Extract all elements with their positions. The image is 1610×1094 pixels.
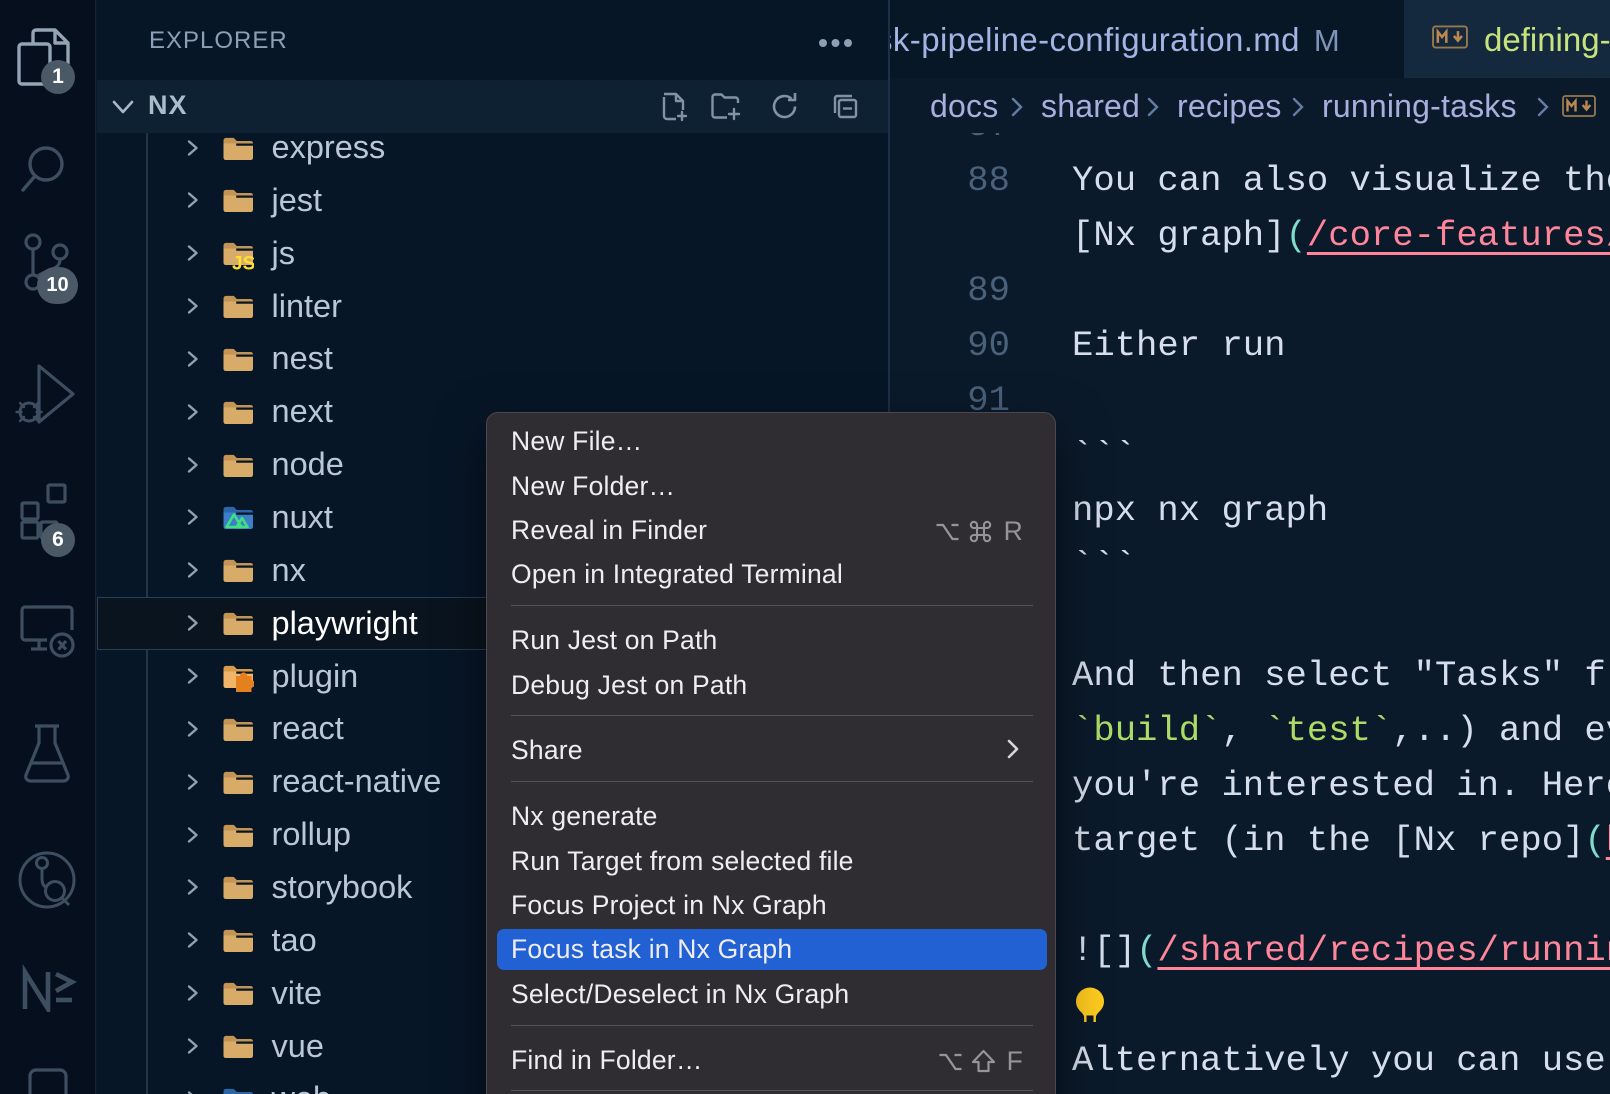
svg-text:JS: JS xyxy=(232,254,254,275)
